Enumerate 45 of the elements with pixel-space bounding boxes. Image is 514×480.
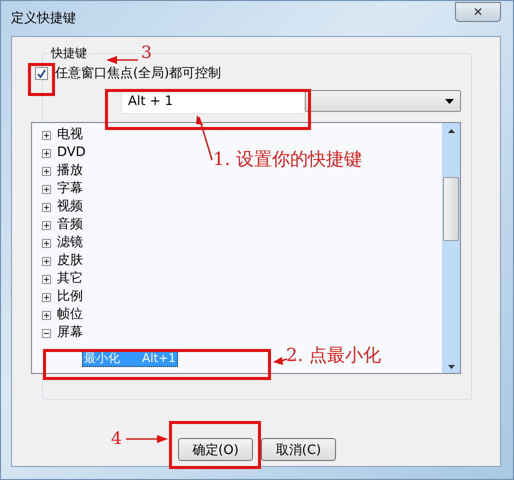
expand-icon[interactable] [42, 184, 51, 194]
tree-item[interactable]: 其它 [57, 271, 83, 287]
tree-item[interactable]: 滤镜 [57, 235, 83, 251]
pointer-arrow [106, 55, 138, 65]
window-title: 定义快捷键 [11, 10, 76, 26]
close-button[interactable]: ✕ [455, 2, 501, 22]
scrollbar[interactable] [442, 123, 460, 373]
expand-icon[interactable] [42, 292, 51, 302]
annotation-label: 4 [111, 429, 122, 449]
tree-item[interactable]: 播放 [57, 163, 83, 179]
expand-icon[interactable] [42, 274, 51, 284]
tree-item[interactable]: DVD [57, 145, 86, 161]
dropdown[interactable] [305, 90, 461, 112]
collapse-icon[interactable] [42, 328, 51, 338]
pointer-arrow [126, 434, 168, 444]
expand-icon[interactable] [42, 238, 51, 248]
tree-item[interactable]: 屏幕 [57, 325, 83, 341]
expand-icon[interactable] [42, 130, 51, 140]
tree-item[interactable]: 皮肤 [57, 253, 83, 269]
tree-item[interactable]: 比例 [57, 289, 83, 305]
cancel-button[interactable]: 取消(C) [261, 438, 336, 461]
highlight-frame [28, 63, 55, 96]
expand-icon[interactable] [42, 202, 51, 212]
annotation-label: 2. 点最小化 [286, 344, 381, 367]
pointer-arrow [197, 115, 213, 161]
expand-icon[interactable] [42, 148, 51, 158]
tree-item[interactable]: 音频 [57, 217, 83, 233]
annotation-label: 1. 设置你的快捷键 [213, 148, 362, 171]
tree-item[interactable]: 字幕 [57, 181, 83, 197]
expand-icon[interactable] [42, 310, 51, 320]
down-arrow-icon [448, 364, 454, 368]
pointer-arrow [273, 355, 287, 365]
expand-icon[interactable] [42, 256, 51, 266]
scroll-thumb[interactable] [443, 177, 459, 241]
tree-item[interactable]: 帧位 [57, 307, 83, 323]
expand-icon[interactable] [42, 220, 51, 230]
tree-item[interactable]: 视频 [57, 199, 83, 215]
ok-button[interactable]: 确定(O) [178, 438, 253, 461]
group-title: 快捷键 [49, 45, 89, 62]
dropdown-arrow-icon [445, 98, 454, 104]
global-checkbox[interactable]: 任意窗口焦点(全局)都可控制 [35, 64, 461, 82]
annotation-label: 3 [141, 43, 152, 63]
tree-item[interactable]: 电视 [57, 127, 83, 143]
expand-icon[interactable] [42, 166, 51, 176]
up-arrow-icon [448, 128, 454, 132]
